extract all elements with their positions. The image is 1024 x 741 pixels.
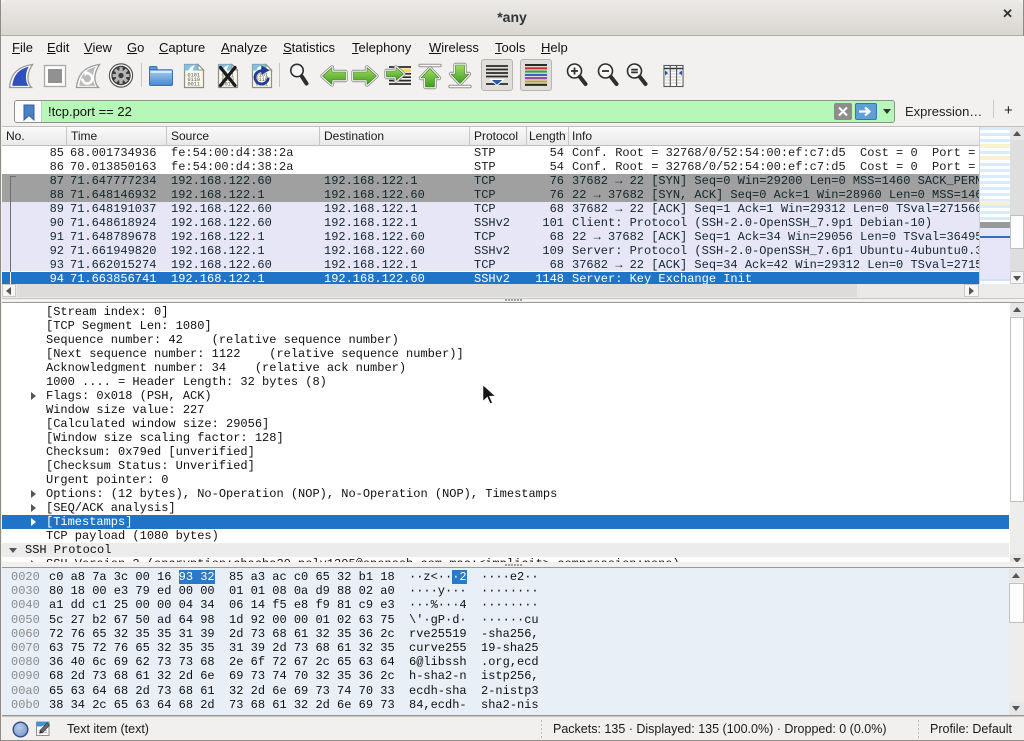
svg-text:0011: 0011 [188, 82, 200, 88]
